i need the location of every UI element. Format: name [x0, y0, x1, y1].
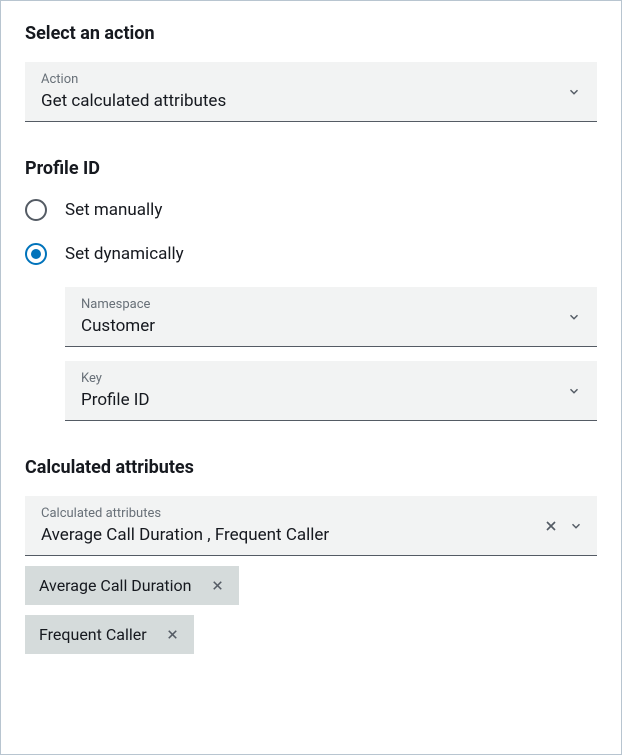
multi-select-actions — [543, 518, 583, 534]
section-title-calculated: Calculated attributes — [25, 457, 597, 478]
chip-average-call-duration: Average Call Duration — [25, 566, 239, 605]
chip-frequent-caller: Frequent Caller — [25, 615, 194, 654]
chevron-down-icon[interactable] — [569, 519, 583, 533]
key-value: Profile ID — [81, 390, 581, 410]
chip-label: Average Call Duration — [39, 576, 192, 595]
namespace-dropdown[interactable]: Namespace Customer — [65, 287, 597, 347]
profile-radio-group: Set manually Set dynamically — [25, 199, 597, 265]
calculated-dropdown-label: Calculated attributes — [41, 506, 581, 521]
key-label: Key — [81, 371, 581, 386]
chevron-down-icon — [567, 384, 581, 398]
radio-icon-selected — [25, 243, 47, 265]
radio-label-dynamic: Set dynamically — [65, 244, 184, 264]
action-dropdown[interactable]: Action Get calculated attributes — [25, 62, 597, 122]
radio-dot-icon — [31, 249, 41, 259]
radio-set-manually[interactable]: Set manually — [25, 199, 597, 221]
dynamic-fields: Namespace Customer Key Profile ID — [65, 287, 597, 421]
section-title-action: Select an action — [25, 23, 597, 44]
calculated-attributes-dropdown[interactable]: Calculated attributes Average Call Durat… — [25, 496, 597, 556]
calculated-dropdown-value: Average Call Duration , Frequent Caller — [41, 525, 581, 545]
namespace-value: Customer — [81, 316, 581, 336]
radio-set-dynamically[interactable]: Set dynamically — [25, 243, 597, 265]
clear-icon[interactable] — [543, 518, 559, 534]
namespace-label: Namespace — [81, 297, 581, 312]
close-icon[interactable] — [210, 578, 225, 593]
radio-icon — [25, 199, 47, 221]
radio-label-manual: Set manually — [65, 200, 162, 220]
chip-container: Average Call Duration Frequent Caller — [25, 566, 597, 664]
config-panel: Select an action Action Get calculated a… — [0, 0, 622, 755]
key-dropdown[interactable]: Key Profile ID — [65, 361, 597, 421]
action-dropdown-label: Action — [41, 72, 581, 87]
chevron-down-icon — [567, 85, 581, 99]
chevron-down-icon — [567, 310, 581, 324]
chip-label: Frequent Caller — [39, 625, 147, 644]
close-icon[interactable] — [165, 627, 180, 642]
section-title-profile: Profile ID — [25, 158, 597, 179]
action-dropdown-value: Get calculated attributes — [41, 91, 581, 111]
